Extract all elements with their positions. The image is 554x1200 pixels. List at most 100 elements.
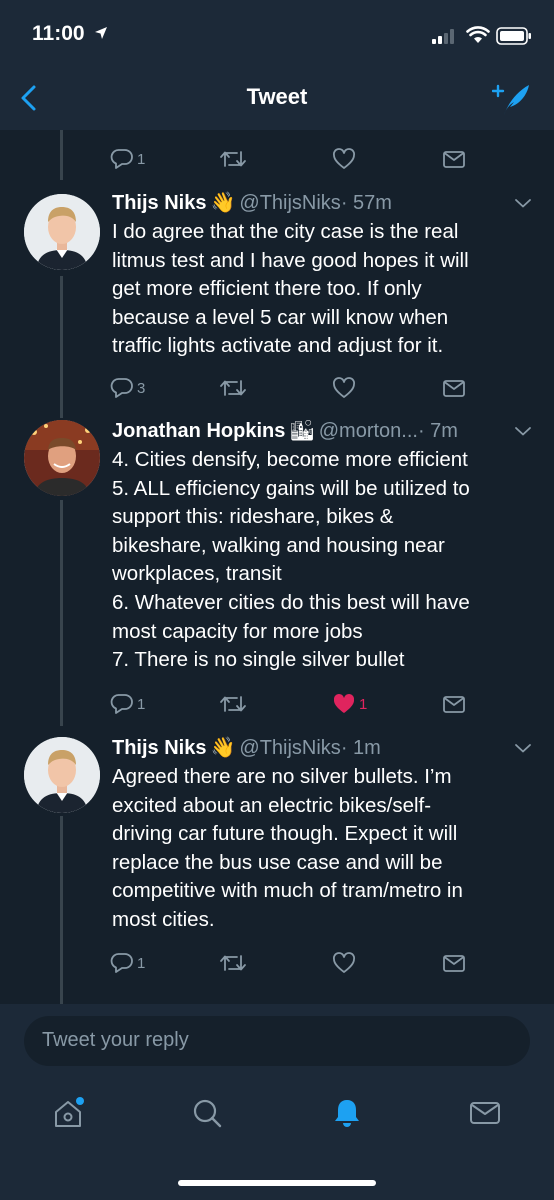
display-name[interactable]: Jonathan Hopkins: [112, 420, 285, 442]
user-handle[interactable]: @ThijsNiks: [239, 737, 340, 759]
share-button[interactable]: [442, 948, 466, 978]
retweet-icon: [220, 380, 246, 396]
avatar[interactable]: [24, 737, 100, 813]
reply-icon: [110, 378, 133, 398]
page-title: Tweet: [246, 84, 308, 109]
tweet-text-line: most capacity for more jobs: [112, 619, 363, 643]
avatar[interactable]: [24, 194, 100, 270]
tweet-text-line: most cities.: [112, 907, 215, 931]
tweet-text-line: workplaces, transit: [112, 562, 282, 586]
tweet-header: Thijs Niks 👋 @ThijsNiks· 57m: [112, 190, 542, 220]
reply-button[interactable]: 1: [110, 689, 145, 719]
tweet-text-line: because a level 5 car will know when: [112, 305, 449, 329]
like-count: 1: [359, 695, 368, 713]
retweet-button[interactable]: [218, 689, 248, 719]
share-button[interactable]: [442, 144, 466, 174]
cellular-signal-icon: [432, 28, 458, 49]
name-emoji: 👋: [210, 737, 236, 759]
reply-icon: [110, 149, 133, 169]
reply-count: 1: [137, 695, 146, 713]
tweet-text: I do agree that the city case is the rea…: [112, 218, 542, 361]
tweet-thread: 1 Thijs Niks 👋 @ThijsNiks· 57m I do agre…: [0, 130, 554, 1004]
tweet-text-line: driving car future though. Expect it wil…: [112, 822, 458, 846]
reply-button[interactable]: 3: [110, 373, 145, 403]
tweet-text-line: litmus test and I have good hopes it wil…: [112, 248, 469, 272]
tweet-time: · 57m: [340, 192, 392, 214]
reply-count: 1: [137, 150, 146, 168]
retweet-button[interactable]: [218, 373, 248, 403]
retweet-icon: [220, 955, 246, 971]
status-time: 11:00: [32, 22, 85, 45]
name-emoji: 👋: [210, 192, 236, 214]
tweet-actions: 3: [110, 373, 470, 403]
tweet-text-line: 5. ALL efficiency gains will be utilized…: [112, 476, 470, 500]
like-button[interactable]: [332, 948, 356, 978]
tweet-text-line: get more efficient there too. If only: [112, 277, 422, 301]
reply-input[interactable]: Tweet your reply: [24, 1016, 530, 1066]
avatar[interactable]: [24, 420, 100, 496]
tweet-text-line: competitive with much of tram/metro in: [112, 879, 463, 903]
display-name[interactable]: Thijs Niks: [112, 737, 206, 759]
heart-icon: [333, 952, 355, 973]
tweet-actions: 1 1: [110, 689, 470, 719]
tweet-actions: 1: [110, 144, 470, 174]
like-button[interactable]: [332, 144, 356, 174]
heart-filled-icon: [333, 693, 355, 713]
chevron-down-icon[interactable]: [514, 424, 532, 442]
top-bar: 11:00 Tweet: [0, 0, 554, 130]
tweet-text: 4. Cities densify, become more efficient…: [112, 446, 542, 675]
tweet-time: · 1m: [340, 737, 381, 759]
tweet-header: Jonathan Hopkins 🏙 @morton...· 7m: [112, 418, 542, 448]
search-icon[interactable]: [190, 1096, 224, 1135]
tweet-actions: 1: [110, 948, 470, 978]
like-button[interactable]: [332, 373, 356, 403]
reply-placeholder: Tweet your reply: [42, 1029, 189, 1051]
tab-bar: [0, 1084, 554, 1144]
reply-count: 3: [137, 379, 146, 397]
reply-button[interactable]: 1: [110, 948, 145, 978]
tweet-text-line: Agreed there are no silver bullets. I’m: [112, 765, 452, 788]
home-indicator: [178, 1180, 376, 1186]
user-handle[interactable]: @ThijsNiks: [239, 192, 340, 214]
mail-icon: [443, 955, 465, 972]
tweet-header: Thijs Niks 👋 @ThijsNiks· 1m: [112, 735, 542, 765]
mail-icon: [443, 151, 465, 168]
name-emoji: 🏙: [289, 420, 315, 442]
wifi-icon: [466, 26, 490, 49]
tweet-text-line: support this: rideshare, bikes &: [112, 505, 394, 529]
tweet-text: Agreed there are no silver bullets. I’m …: [112, 763, 542, 935]
heart-icon: [333, 148, 355, 169]
mail-icon: [443, 696, 465, 713]
home-icon[interactable]: [52, 1096, 86, 1135]
status-bar: 11:00: [0, 18, 554, 52]
chevron-down-icon[interactable]: [514, 196, 532, 214]
notifications-icon[interactable]: [330, 1096, 364, 1135]
tweet-text-line: traffic lights activate and adjust for i…: [112, 334, 444, 358]
chevron-down-icon[interactable]: [514, 741, 532, 759]
tweet-text-line: excited about an electric bikes/self-: [112, 793, 432, 817]
reply-button[interactable]: 1: [110, 144, 145, 174]
heart-icon: [333, 377, 355, 398]
location-arrow-icon: [94, 26, 108, 45]
retweet-button[interactable]: [218, 144, 248, 174]
share-button[interactable]: [442, 689, 466, 719]
reply-icon: [110, 694, 133, 714]
tweet-text-line: bikeshare, walking and housing near: [112, 533, 445, 557]
nav-bar: Tweet: [0, 68, 554, 128]
messages-icon[interactable]: [468, 1096, 502, 1135]
battery-icon: [496, 27, 532, 50]
retweet-icon: [220, 151, 246, 167]
compose-tweet-icon[interactable]: [491, 82, 532, 123]
share-button[interactable]: [442, 373, 466, 403]
bottom-bar: Tweet your reply: [0, 1004, 554, 1200]
user-handle[interactable]: @morton...: [319, 420, 418, 442]
reply-count: 1: [137, 954, 146, 972]
tweet-text-line: 6. Whatever cities do this best will hav…: [112, 590, 470, 614]
display-name[interactable]: Thijs Niks: [112, 192, 206, 214]
retweet-button[interactable]: [218, 948, 248, 978]
like-button[interactable]: 1: [332, 689, 367, 719]
retweet-icon: [220, 696, 246, 712]
tweet-text-line: 7. There is no single silver bullet: [112, 648, 405, 672]
mail-icon: [443, 380, 465, 397]
tweet-time: · 7m: [417, 420, 458, 442]
